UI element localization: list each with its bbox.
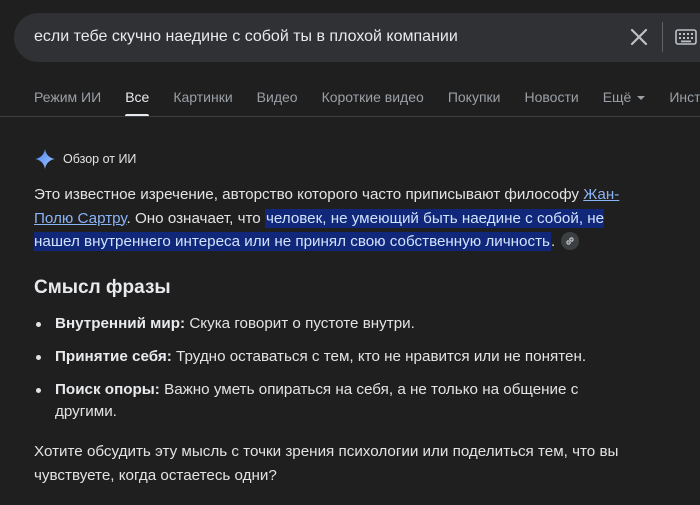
- ai-overview-summary: Это известное изречение, авторство котор…: [34, 186, 620, 251]
- tab-news[interactable]: Новости: [524, 89, 578, 117]
- search-tabs: Режим ИИ Все Картинки Видео Короткие вид…: [34, 89, 700, 117]
- tab-videos[interactable]: Видео: [257, 89, 298, 117]
- tab-all[interactable]: Все: [125, 89, 150, 117]
- tab-tools[interactable]: Инструменты: [669, 89, 700, 117]
- ai-overview-header: Обзор от ИИ: [34, 148, 136, 170]
- tab-more[interactable]: Ещё: [603, 89, 646, 117]
- search-results-page: если тебе скучно наедине с собой ты в пл…: [0, 0, 700, 505]
- list-item: Принятие себя: Трудно оставаться с тем, …: [34, 346, 624, 368]
- tab-shopping[interactable]: Покупки: [448, 89, 501, 117]
- sparkle-icon: [34, 148, 56, 170]
- tab-short-videos[interactable]: Короткие видео: [322, 89, 424, 117]
- tabs-divider: [0, 116, 700, 117]
- tab-ai-mode[interactable]: Режим ИИ: [34, 89, 101, 117]
- section-title: Смысл фразы: [34, 277, 171, 298]
- search-bar-divider: [662, 22, 663, 52]
- search-bar[interactable]: если тебе скучно наедине с собой ты в пл…: [14, 13, 700, 62]
- closing-question: Хотите обсудить эту мысль с точки зрения…: [34, 443, 619, 484]
- keyboard-icon[interactable]: [675, 28, 697, 46]
- tab-images[interactable]: Картинки: [173, 89, 232, 117]
- search-input[interactable]: если тебе скучно наедине с собой ты в пл…: [34, 28, 458, 46]
- link-icon: [566, 237, 574, 245]
- source-link-button[interactable]: [561, 231, 580, 250]
- list-item: Поиск опоры: Важно уметь опираться на се…: [34, 379, 624, 423]
- meaning-list: Внутренний мир: Скука говорит о пустоте …: [34, 313, 624, 423]
- list-item: Внутренний мир: Скука говорит о пустоте …: [34, 313, 624, 335]
- ai-overview-title: Обзор от ИИ: [63, 152, 137, 166]
- chevron-down-icon: [637, 96, 646, 100]
- close-icon[interactable]: [628, 26, 650, 48]
